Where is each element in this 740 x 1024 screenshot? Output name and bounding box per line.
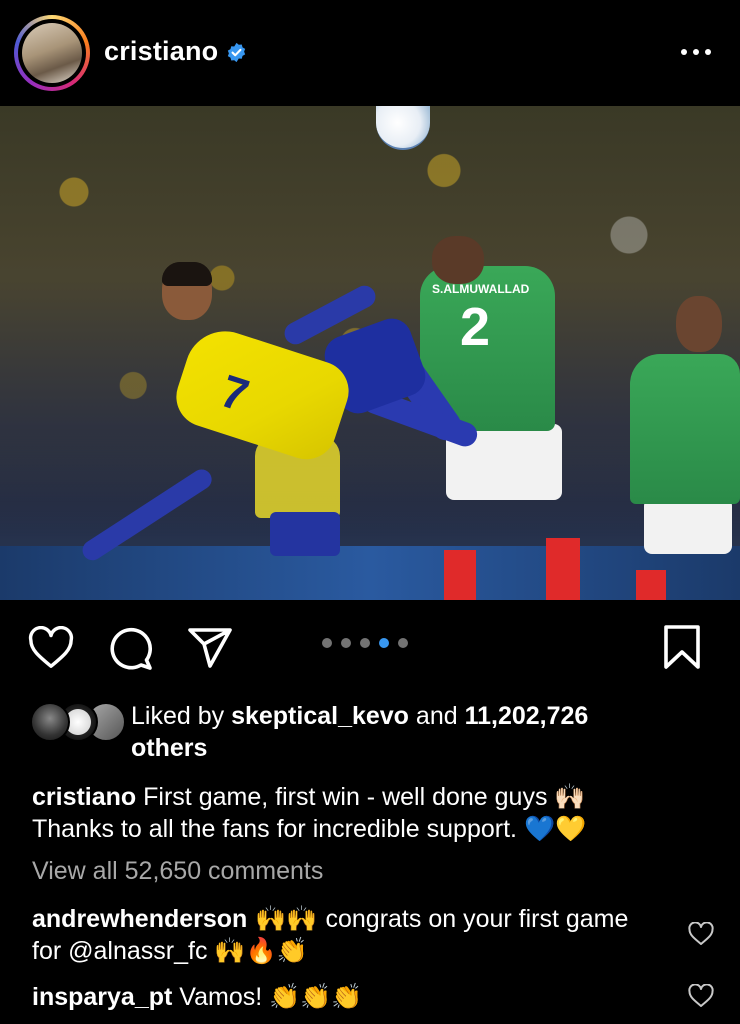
comment-username[interactable]: andrewhenderson bbox=[32, 905, 247, 933]
likes-summary[interactable]: Liked by skeptical_kevo and 11,202,726 ot… bbox=[131, 700, 691, 764]
liker-avatars[interactable] bbox=[30, 702, 126, 742]
post-author-username[interactable]: cristiano bbox=[104, 36, 218, 67]
comment-emoji: 🙌🙌 bbox=[247, 904, 326, 933]
comment-like-heart-icon[interactable] bbox=[688, 984, 714, 1008]
view-all-comments-link[interactable]: View all 52,650 comments bbox=[32, 857, 323, 886]
right-player-shorts bbox=[644, 498, 732, 554]
defender-sock-left bbox=[444, 550, 476, 600]
caption-emoji: 💙💛 bbox=[523, 814, 587, 843]
comment-text: Vamos! bbox=[172, 983, 270, 1011]
likes-prefix: Liked by bbox=[131, 702, 232, 730]
heart-icon[interactable] bbox=[28, 626, 74, 670]
ronaldo-hair-top bbox=[162, 262, 212, 286]
carousel-dot bbox=[398, 638, 408, 648]
post-caption: cristiano First game, first win - well d… bbox=[32, 781, 712, 845]
defender-sock-right bbox=[546, 538, 580, 600]
carousel-dot bbox=[341, 638, 351, 648]
carousel-indicator bbox=[322, 638, 408, 650]
verified-badge-icon bbox=[227, 42, 246, 63]
defender-name: S.ALMUWALLAD bbox=[432, 282, 530, 296]
bookmark-icon[interactable] bbox=[660, 624, 704, 670]
advertising-board bbox=[0, 546, 740, 600]
caption-text-line2: Thanks to all the fans for incredible su… bbox=[32, 815, 524, 843]
defender-head bbox=[432, 236, 484, 284]
caption-emoji: 🙌🏻 bbox=[554, 782, 586, 811]
right-player-head bbox=[676, 296, 722, 352]
carousel-dot-active bbox=[379, 638, 389, 648]
caption-username[interactable]: cristiano bbox=[32, 783, 136, 811]
profile-avatar[interactable] bbox=[14, 15, 90, 91]
more-options-icon[interactable] bbox=[676, 42, 716, 62]
likes-others[interactable]: others bbox=[131, 734, 207, 762]
defender-number: 2 bbox=[460, 297, 491, 357]
avatar-photo bbox=[22, 23, 82, 83]
likes-and: and bbox=[408, 702, 465, 730]
caption-text-line1: First game, first win - well done guys bbox=[136, 783, 555, 811]
post-photo[interactable]: S.ALMUWALLAD 2 7 bbox=[0, 106, 740, 600]
likes-count[interactable]: 11,202,726 bbox=[465, 702, 589, 730]
background-player-shorts bbox=[270, 512, 340, 556]
comment-icon[interactable] bbox=[108, 626, 154, 670]
comment-item: andrewhenderson 🙌🙌 congrats on your firs… bbox=[32, 903, 662, 967]
liker-avatar bbox=[30, 702, 70, 742]
carousel-dot bbox=[322, 638, 332, 648]
carousel-dot bbox=[360, 638, 370, 648]
comment-item: insparya_pt Vamos! 👏👏👏 bbox=[32, 981, 662, 1013]
stadium-crowd bbox=[0, 106, 740, 536]
right-player-jersey bbox=[630, 354, 740, 504]
comment-emoji: 👏👏👏 bbox=[269, 982, 363, 1011]
right-player-sock bbox=[636, 570, 666, 600]
send-icon[interactable] bbox=[186, 626, 234, 670]
comment-username[interactable]: insparya_pt bbox=[32, 983, 172, 1011]
liked-by-username[interactable]: skeptical_kevo bbox=[231, 702, 409, 730]
post-header: cristiano bbox=[0, 0, 740, 106]
comment-like-heart-icon[interactable] bbox=[688, 922, 714, 946]
comment-emoji: 🙌🔥👏 bbox=[214, 936, 308, 965]
